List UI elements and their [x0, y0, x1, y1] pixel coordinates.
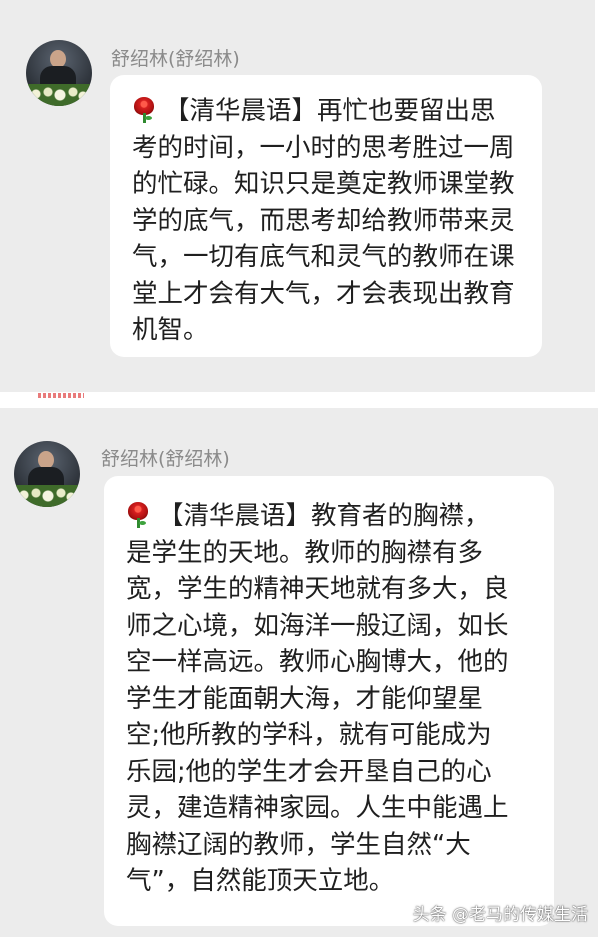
- chat-screenshot-1: 舒绍林(舒绍林) 【清华晨语】再忙也要留出思 考的时间，一小时的思考胜过一周 的…: [0, 0, 601, 398]
- message-text: 【清华晨语】教育者的胸襟， 是学生的天地。教师的胸襟有多 宽，学生的精神天地就有…: [126, 500, 509, 896]
- chat-screenshot-2: 舒绍林(舒绍林) 【清华晨语】教育者的胸襟， 是学生的天地。教师的胸襟有多 宽，…: [0, 408, 598, 937]
- source-watermark: 头条 @老马的传媒生活: [412, 905, 588, 925]
- rose-icon: [126, 500, 150, 528]
- message-bubble[interactable]: 【清华晨语】再忙也要留出思 考的时间，一小时的思考胜过一周 的忙碌。知识只是奠定…: [110, 75, 542, 357]
- message-bubble[interactable]: 【清华晨语】教育者的胸襟， 是学生的天地。教师的胸襟有多 宽，学生的精神天地就有…: [104, 476, 554, 926]
- sender-avatar[interactable]: [26, 40, 92, 106]
- cropped-next-message-fragment: [38, 393, 84, 398]
- sender-name: 舒绍林(舒绍林): [101, 448, 230, 470]
- sender-avatar[interactable]: [14, 441, 80, 507]
- message-text: 【清华晨语】再忙也要留出思 考的时间，一小时的思考胜过一周 的忙碌。知识只是奠定…: [132, 95, 515, 345]
- rose-icon: [132, 95, 156, 123]
- sender-name: 舒绍林(舒绍林): [111, 48, 240, 70]
